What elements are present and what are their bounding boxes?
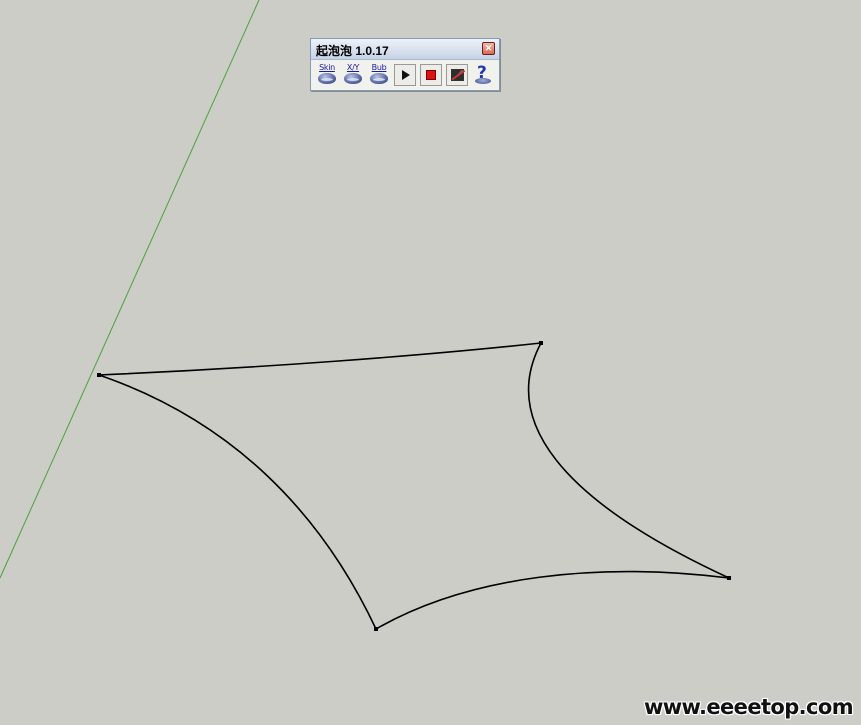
bubble-plugin-toolbar: 起泡泡 1.0.17 ✕ Skin X/Y Bub ? xyxy=(310,38,500,91)
help-button[interactable]: ? xyxy=(472,63,494,86)
xy-button[interactable]: X/Y xyxy=(342,63,364,86)
bub-button-label: Bub xyxy=(371,63,387,72)
top-edge-curve[interactable] xyxy=(98,342,542,376)
vertex-point[interactable] xyxy=(539,341,543,345)
bub-button[interactable]: Bub xyxy=(368,63,390,86)
vertex-point[interactable] xyxy=(374,627,378,631)
skin-button-label: Skin xyxy=(319,63,335,72)
toolbar-button-row: Skin X/Y Bub ? xyxy=(316,63,498,87)
bubble-icon xyxy=(370,73,388,84)
watermark-text: www.eeeetop.com xyxy=(643,695,854,719)
bubble-icon xyxy=(344,73,362,84)
modeling-viewport[interactable] xyxy=(0,0,861,725)
material-icon xyxy=(451,69,464,81)
stop-icon xyxy=(426,70,436,80)
play-icon xyxy=(402,70,410,80)
toolbar-title: 起泡泡 1.0.17 xyxy=(316,44,389,58)
skin-button[interactable]: Skin xyxy=(316,63,338,86)
bubble-icon xyxy=(318,73,336,84)
toolbar-titlebar[interactable]: 起泡泡 1.0.17 ✕ xyxy=(311,39,499,60)
play-button[interactable] xyxy=(394,64,416,86)
vertex-point[interactable] xyxy=(727,576,731,580)
stop-button[interactable] xyxy=(420,64,442,86)
close-icon[interactable]: ✕ xyxy=(482,42,495,55)
help-icon: ? xyxy=(474,63,492,85)
bottom-edge-curve[interactable] xyxy=(375,570,730,630)
right-edge-curve[interactable] xyxy=(527,342,730,579)
left-edge-curve[interactable] xyxy=(98,374,377,630)
material-button[interactable] xyxy=(446,64,468,86)
green-axis-line xyxy=(0,0,260,579)
xy-button-label: X/Y xyxy=(346,63,360,72)
vertex-point[interactable] xyxy=(97,373,101,377)
